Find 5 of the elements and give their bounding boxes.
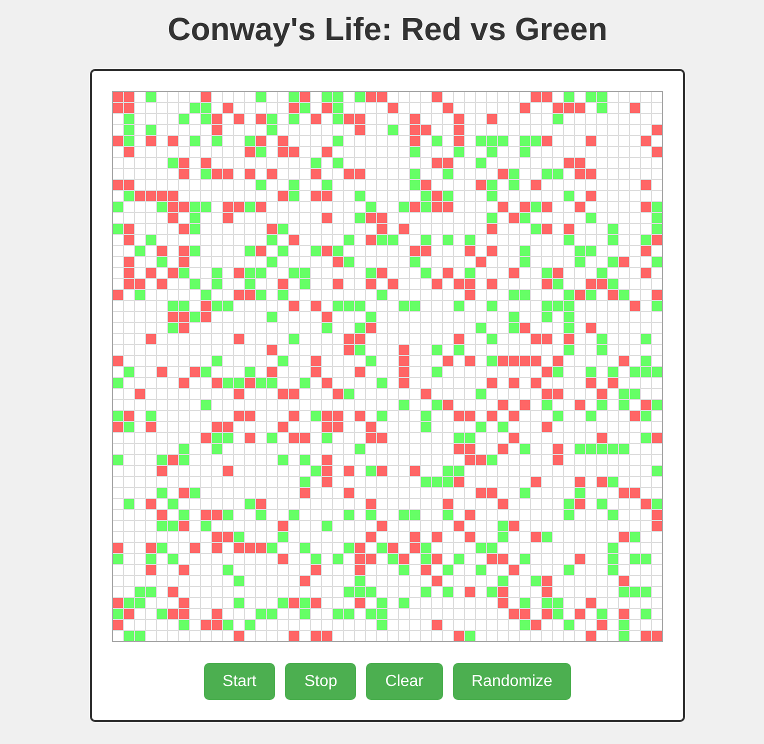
action-button[interactable]: Randomize: [452, 663, 572, 700]
page-title: Conway's Life: Red vs Green: [168, 11, 608, 48]
action-button[interactable]: Start: [204, 663, 276, 700]
action-button[interactable]: Clear: [366, 663, 442, 700]
action-button[interactable]: Stop: [285, 663, 356, 700]
